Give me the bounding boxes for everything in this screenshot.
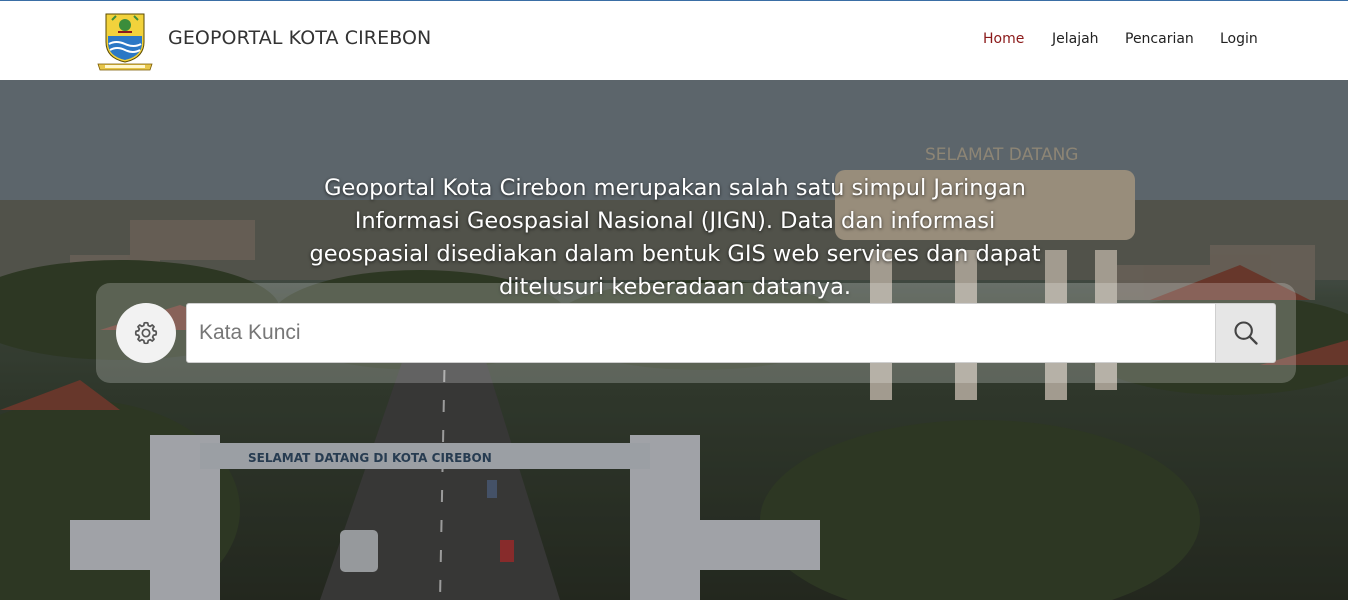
nav-pencarian[interactable]: Pencarian [1125,31,1194,47]
search-settings-button[interactable] [116,303,176,363]
site-header: GEOPORTAL KOTA CIREBON Home Jelajah Penc… [0,0,1348,80]
nav-login[interactable]: Login [1220,31,1258,47]
site-title[interactable]: GEOPORTAL KOTA CIREBON [168,27,431,49]
search-button[interactable] [1215,303,1276,363]
search-input[interactable] [186,303,1216,363]
city-crest-icon[interactable] [96,12,154,72]
nav-jelajah[interactable]: Jelajah [1052,31,1099,47]
search-icon [1233,321,1258,345]
gear-icon [134,321,158,345]
nav-home[interactable]: Home [983,31,1024,47]
